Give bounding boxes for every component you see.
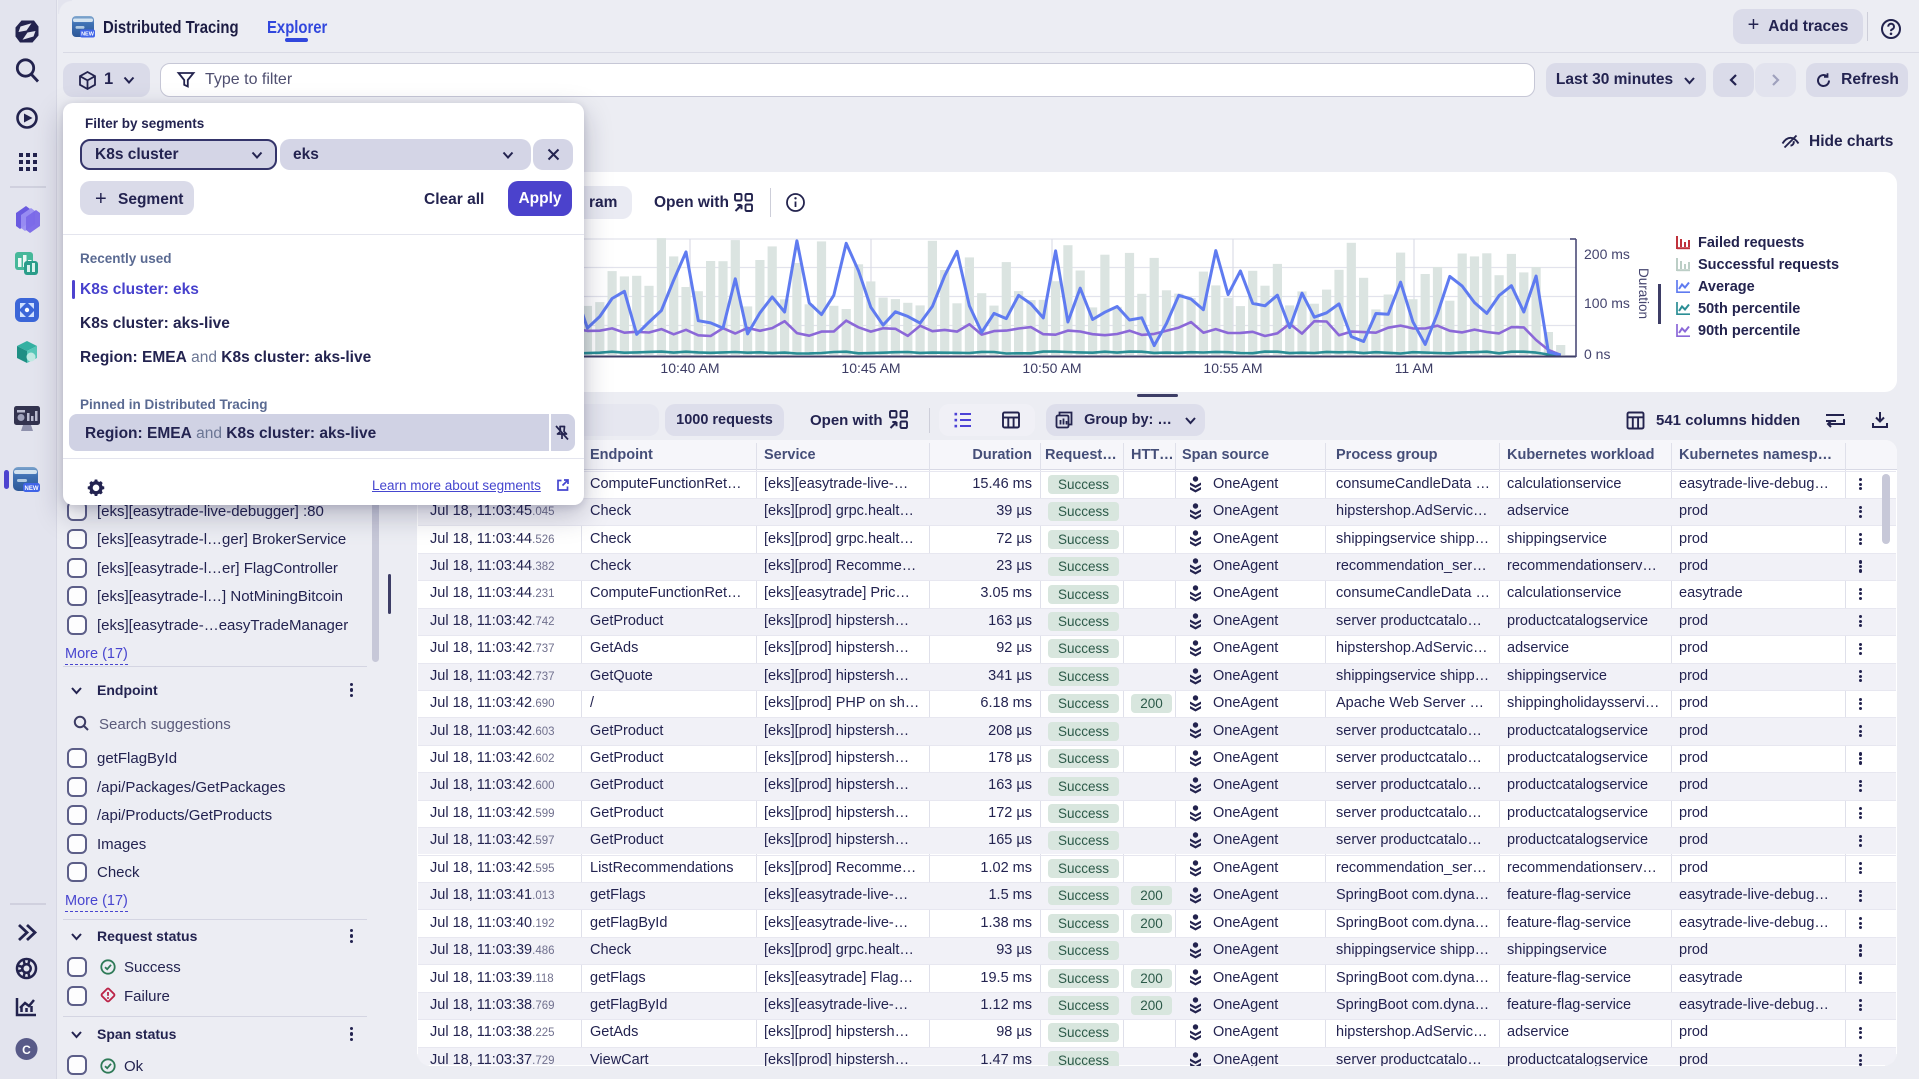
svg-text:NEW: NEW [25,486,39,492]
svg-text:NEW: NEW [81,32,95,38]
svg-text:C: C [22,1043,31,1057]
